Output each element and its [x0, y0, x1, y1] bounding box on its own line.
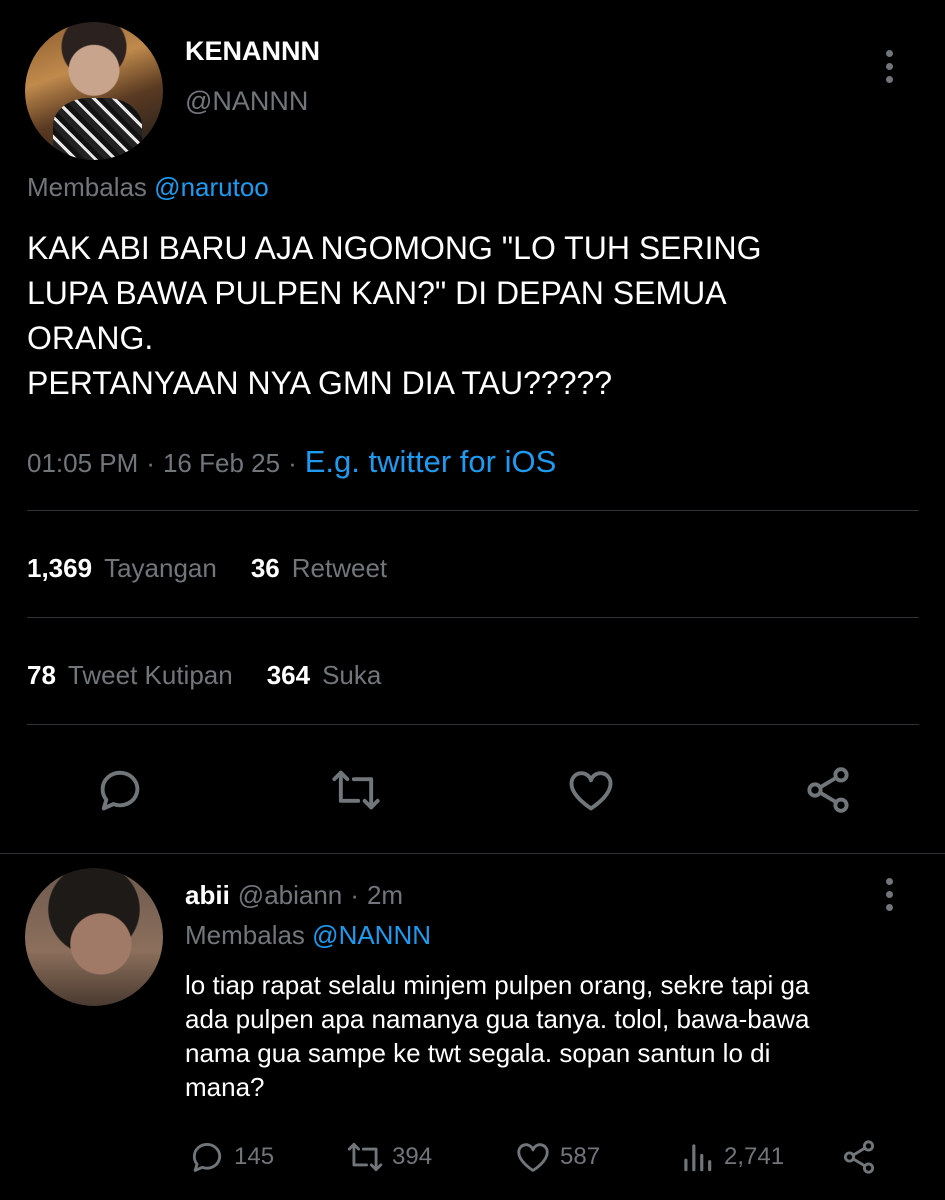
handle[interactable]: @NANNN	[185, 86, 308, 117]
replying-to-link[interactable]: @NANNN	[312, 920, 431, 950]
views-count: 2,741	[724, 1143, 785, 1170]
tweet-text: KAK ABI BARU AJA NGOMONG "LO TUH SERING …	[27, 230, 762, 401]
retweets-count: 36	[250, 553, 280, 583]
meta-separator: ·	[288, 448, 297, 478]
retweet-icon[interactable]	[330, 764, 382, 816]
reply-separator: ·	[350, 880, 359, 910]
replying-prefix: Membalas	[27, 172, 147, 202]
retweets-stat[interactable]: 36 Retweet	[251, 553, 387, 584]
share-icon[interactable]	[802, 764, 854, 816]
reply-count: 145	[234, 1143, 275, 1170]
stats-row: 78 Tweet Kutipan 364 Suka	[27, 660, 381, 691]
reply-replies-action[interactable]: 145	[188, 1138, 274, 1176]
likes-count: 364	[266, 660, 311, 690]
tweet-date[interactable]: 16 Feb 25	[163, 448, 280, 479]
avatar[interactable]	[25, 22, 163, 160]
reply-header: abii @abiann · 2m	[185, 880, 403, 911]
share-icon	[843, 1140, 875, 1174]
reply-share-action[interactable]	[840, 1138, 878, 1176]
retweet-icon	[347, 1142, 383, 1172]
meta-separator: ·	[146, 448, 155, 478]
quotes-count: 78	[27, 660, 56, 690]
divider	[0, 853, 945, 854]
likes-stat[interactable]: 364 Suka	[267, 660, 382, 691]
tweet-time[interactable]: 01:05 PM	[27, 448, 138, 479]
retweets-label: Retweet	[291, 553, 388, 583]
avatar[interactable]	[25, 868, 163, 1006]
more-options-icon[interactable]	[884, 878, 894, 911]
replying-to-link[interactable]: @narutoo	[154, 172, 269, 202]
reply-display-name[interactable]: abii	[185, 880, 230, 911]
display-name[interactable]: KENANNN	[185, 36, 320, 67]
views-stat[interactable]: 1,369 Tayangan	[27, 553, 217, 584]
tweet-source[interactable]: E.g. twitter for iOS	[305, 444, 557, 480]
divider	[27, 724, 919, 725]
like-icon[interactable]	[565, 764, 617, 816]
more-options-icon[interactable]	[884, 50, 894, 83]
views-icon	[684, 1144, 712, 1172]
divider	[27, 510, 919, 511]
views-count: 1,369	[27, 553, 93, 583]
like-count: 587	[560, 1143, 601, 1170]
reply-handle[interactable]: @abiann	[238, 880, 342, 911]
replying-prefix: Membalas	[185, 920, 305, 950]
tweet-meta: 01:05 PM · 16 Feb 25 · E.g. twitter for …	[27, 444, 556, 480]
reply-replying-to: Membalas @NANNN	[185, 920, 431, 951]
reply-icon	[192, 1143, 222, 1172]
replying-to: Membalas @narutoo	[27, 172, 269, 203]
likes-label: Suka	[322, 660, 382, 690]
views-label: Tayangan	[104, 553, 217, 583]
reply-retweets-action[interactable]: 394	[346, 1138, 432, 1176]
divider	[27, 617, 919, 618]
reply-text: lo tiap rapat selalu minjem pulpen orang…	[185, 970, 810, 1102]
like-icon	[517, 1143, 549, 1172]
quotes-stat[interactable]: 78 Tweet Kutipan	[27, 660, 233, 691]
reply-likes-action[interactable]: 587	[514, 1138, 600, 1176]
reply-icon[interactable]	[94, 764, 146, 816]
quotes-label: Tweet Kutipan	[67, 660, 233, 690]
retweet-count: 394	[392, 1143, 433, 1170]
reply-views-action[interactable]: 2,741	[678, 1138, 784, 1176]
stats-row: 1,369 Tayangan 36 Retweet	[27, 553, 387, 584]
reply-age[interactable]: 2m	[367, 880, 403, 911]
